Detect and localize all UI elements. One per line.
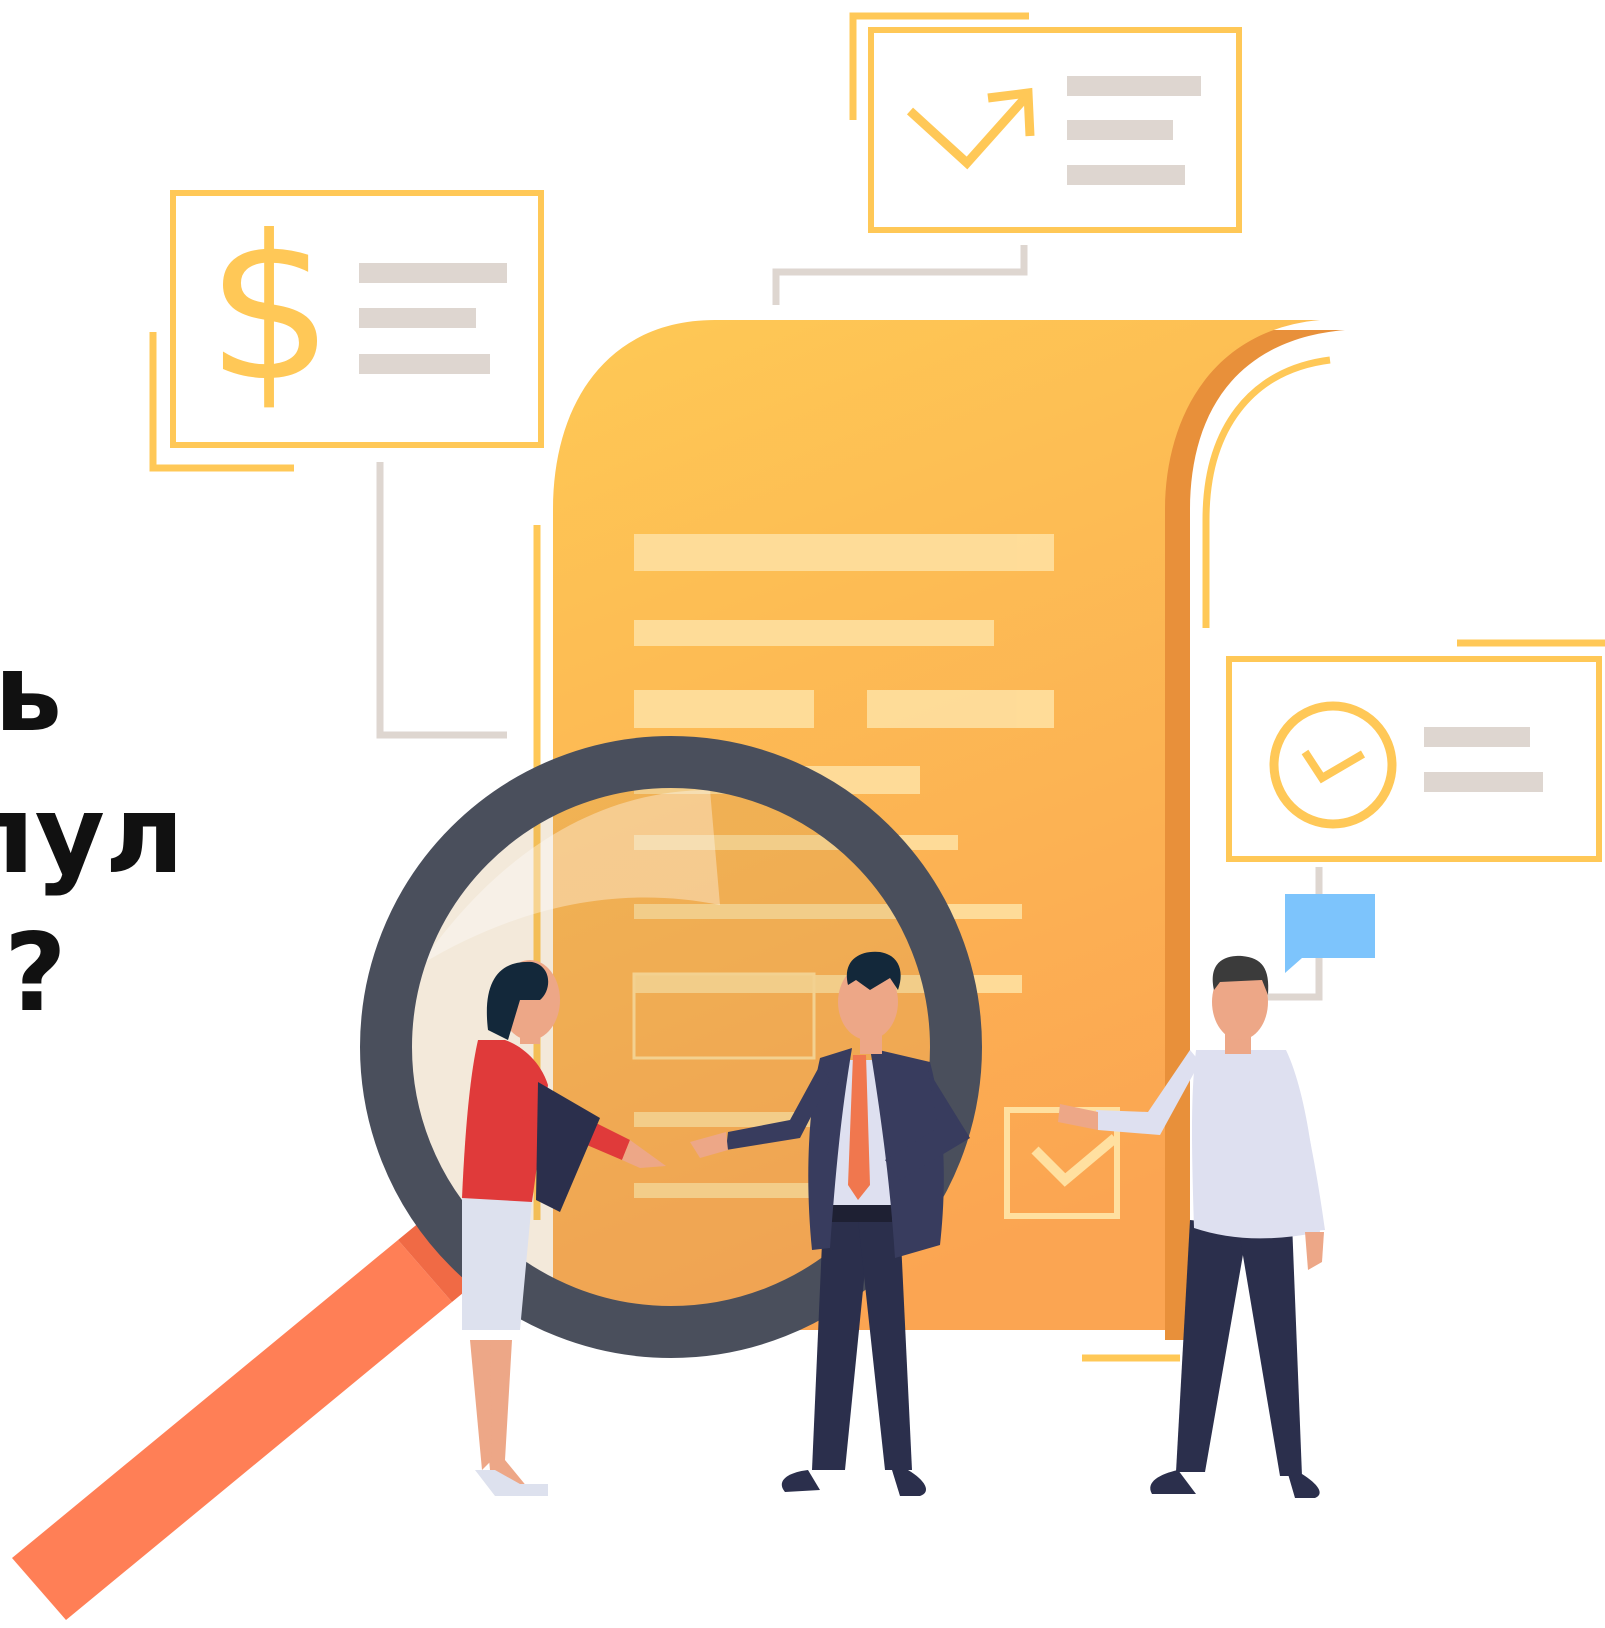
business-illustration: $ — [12, 12, 1605, 1620]
dollar-icon: $ — [206, 193, 333, 426]
headline-line-3: ? — [4, 911, 67, 1036]
approval-card — [1226, 656, 1602, 862]
headline-line-1: ь — [0, 631, 63, 756]
trend-card — [868, 27, 1242, 233]
chat-bubble-icon — [1285, 894, 1375, 973]
illustration-scene: $ — [0, 0, 1605, 1623]
dollar-card: $ — [170, 190, 544, 448]
headline-line-2: пул — [0, 773, 185, 898]
